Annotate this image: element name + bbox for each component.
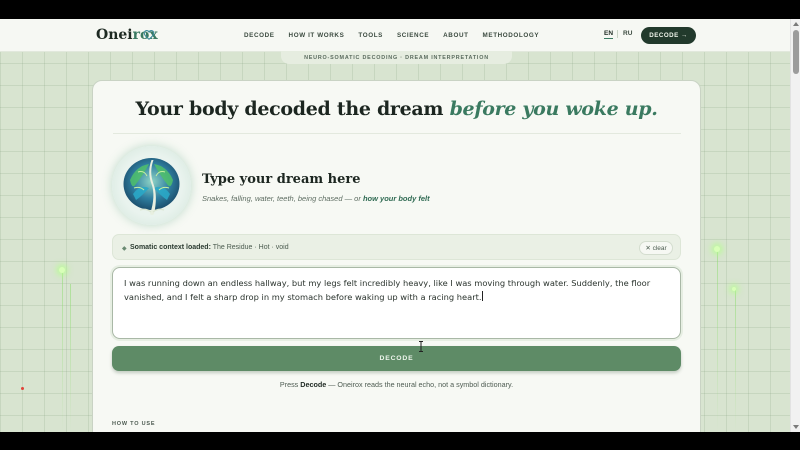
somatic-context-label: Somatic context loaded: — [130, 244, 211, 251]
text-cursor-icon — [419, 341, 423, 352]
clear-context-button[interactable]: ✕ clear — [639, 241, 673, 255]
dream-textarea[interactable]: I was running down an endless hallway, b… — [112, 267, 681, 339]
nav-tools[interactable]: TOOLS — [358, 32, 383, 39]
nav-decode[interactable]: DECODE — [244, 32, 275, 39]
diamond-icon: ◆ — [122, 246, 127, 252]
scroll-up-icon[interactable] — [793, 22, 799, 26]
dream-text: I was running down an endless hallway, b… — [124, 278, 651, 302]
main-nav: DECODE HOW IT WORKS TOOLS SCIENCE ABOUT … — [244, 32, 553, 39]
glow-dot — [59, 267, 65, 273]
how-to-use-heading: HOW TO USE — [112, 421, 156, 427]
page-title: Your body decoded the dream before you w… — [93, 98, 700, 120]
helper-bold: Decode — [300, 380, 327, 389]
headline-emphasis: before you woke up. — [449, 98, 658, 120]
prompt-subtitle: Snakes, falling, water, teeth, being cha… — [202, 194, 430, 203]
prompt-subtitle-emphasis: how your body felt — [362, 194, 430, 203]
somatic-context-value: The Residue · Hot · void — [210, 244, 289, 251]
helper-text: Press Decode — Oneirox reads the neural … — [93, 380, 700, 389]
site-header: Oneirox DECODE HOW IT WORKS TOOLS SCIENC… — [0, 19, 790, 52]
somatic-context-bar: ◆ Somatic context loaded: The Residue · … — [112, 234, 681, 260]
lang-en[interactable]: EN — [604, 30, 614, 39]
nav-science[interactable]: SCIENCE — [397, 32, 429, 39]
decoder-card: Your body decoded the dream before you w… — [92, 80, 701, 432]
heart-icon[interactable] — [143, 29, 155, 41]
somatic-context-text: Somatic context loaded: The Residue · Ho… — [130, 244, 289, 251]
glow-line — [735, 289, 736, 432]
red-marker-dot — [21, 387, 24, 390]
prompt-title: Type your dream here — [202, 172, 361, 187]
tagline-badge: NEURO-SOMATIC DECODING · DREAM INTERPRET… — [281, 51, 512, 64]
helper-prefix: Press — [279, 380, 301, 389]
decode-button[interactable]: DECODE — [112, 346, 681, 371]
glow-line — [62, 269, 63, 432]
brain-orb — [112, 146, 191, 225]
glow-dot — [732, 287, 736, 291]
page-scrollbar[interactable] — [790, 19, 800, 432]
title-divider — [113, 133, 681, 134]
lang-divider — [617, 30, 618, 38]
nav-methodology[interactable]: METHODOLOGY — [483, 32, 540, 39]
glow-line — [717, 249, 718, 432]
scroll-down-icon[interactable] — [793, 425, 799, 429]
headline-plain: Your body decoded the dream — [135, 98, 450, 120]
text-caret — [481, 290, 483, 301]
lang-ru[interactable]: RU — [623, 30, 632, 37]
brain-tree-icon — [123, 158, 180, 215]
nav-about[interactable]: ABOUT — [443, 32, 468, 39]
glow-dot — [714, 246, 720, 252]
header-decode-button[interactable]: DECODE → — [641, 27, 696, 44]
brand-prefix: Onei — [96, 27, 133, 43]
page-viewport: Oneirox DECODE HOW IT WORKS TOOLS SCIENC… — [0, 19, 790, 432]
helper-suffix: — Oneirox reads the neural echo, not a s… — [326, 380, 514, 389]
nav-how-it-works[interactable]: HOW IT WORKS — [289, 32, 345, 39]
prompt-subtitle-text: Snakes, falling, water, teeth, being cha… — [202, 194, 363, 203]
glow-line — [70, 284, 71, 432]
scroll-thumb[interactable] — [793, 30, 799, 74]
